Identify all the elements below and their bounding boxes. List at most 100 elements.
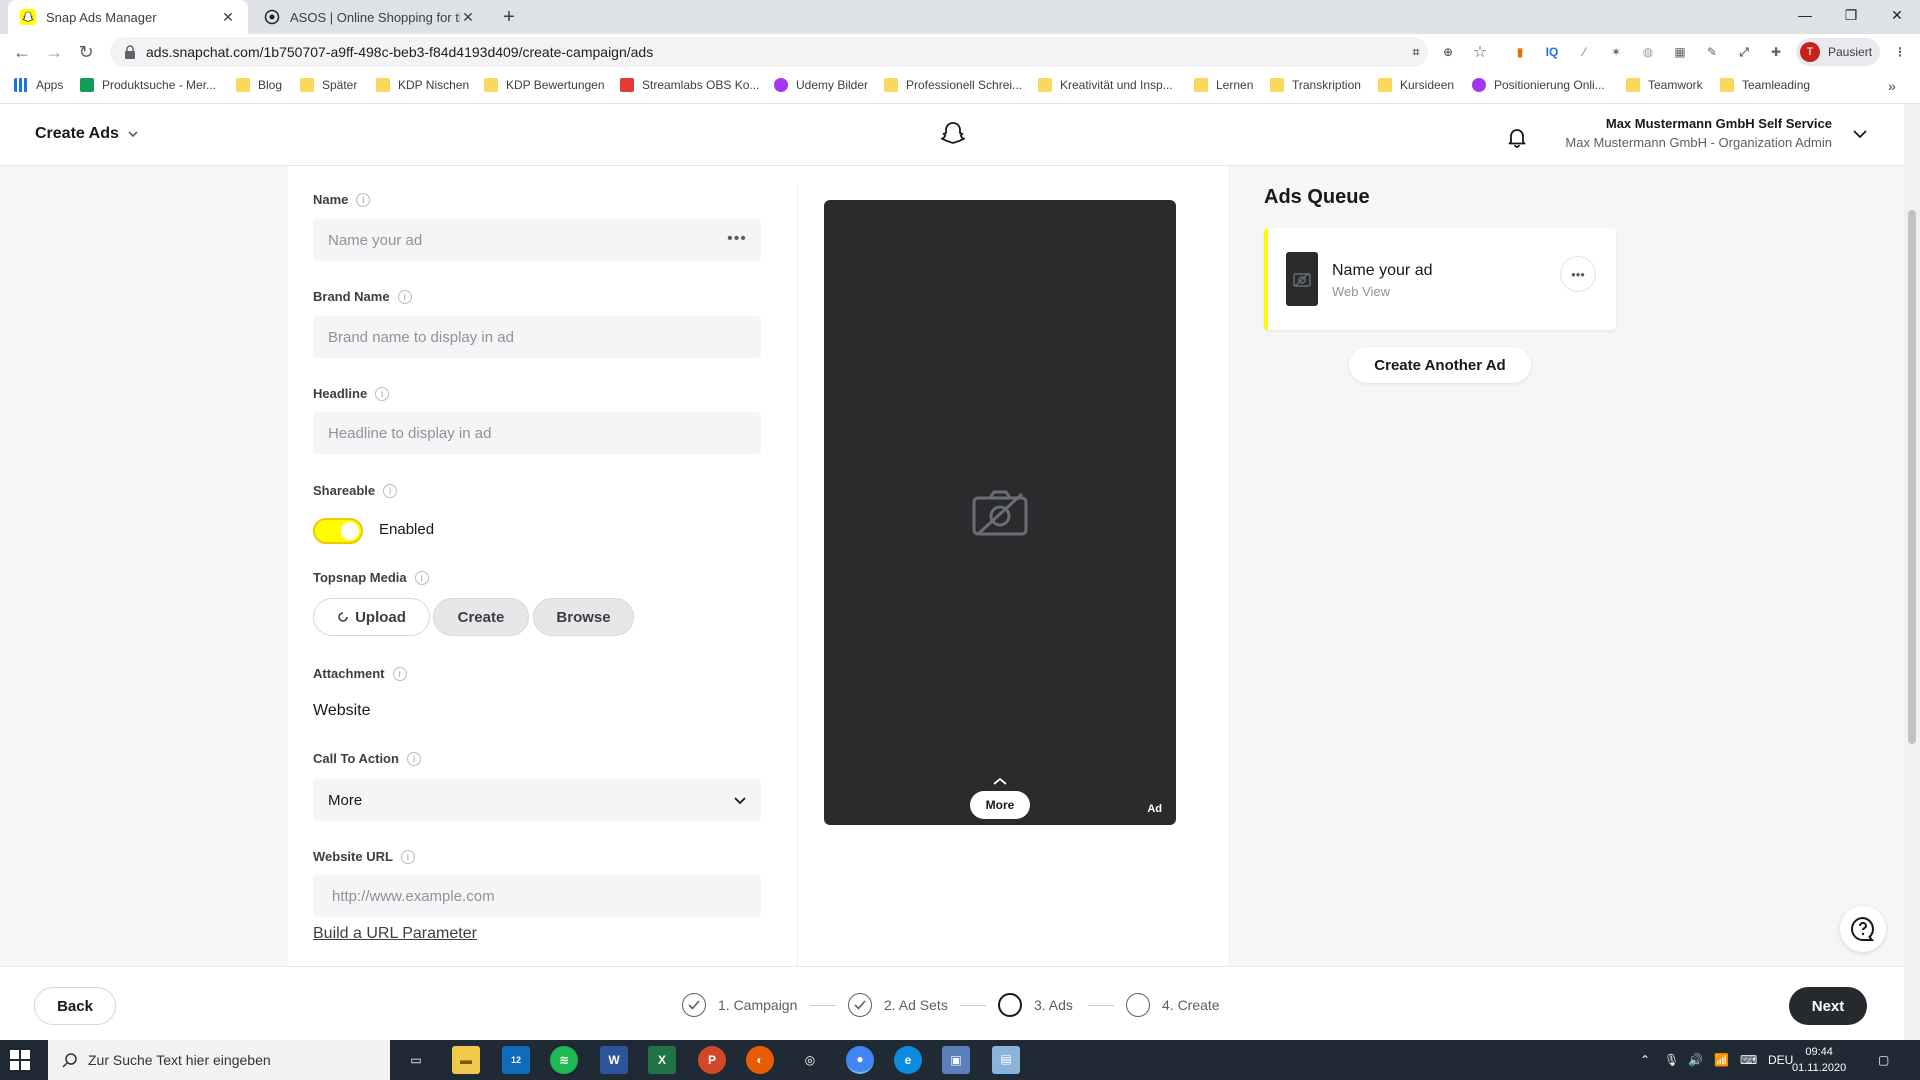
upload-button[interactable]: Upload <box>313 598 430 636</box>
microphone-icon[interactable]: 🎙 <box>1664 1040 1679 1080</box>
extension-cursor-icon[interactable]: ✶ <box>1606 42 1626 62</box>
spotify-icon[interactable]: ≋ <box>550 1046 578 1074</box>
step-campaign[interactable]: 1. Campaign <box>682 993 797 1017</box>
bookmark-lernen[interactable]: Lernen <box>1194 78 1253 92</box>
step-create[interactable]: 4. Create <box>1126 993 1220 1017</box>
bookmark-kdp-bewertungen[interactable]: KDP Bewertungen <box>484 78 605 92</box>
restore-icon[interactable]: ❐ <box>1828 0 1874 30</box>
create-media-button[interactable]: Create <box>433 598 529 636</box>
bookmark-transkription[interactable]: Transkription <box>1270 78 1361 92</box>
mail-icon[interactable]: 12 <box>502 1046 530 1074</box>
star-bookmark-icon[interactable]: ☆ <box>1470 42 1490 62</box>
snapchat-ghost-logo-icon[interactable] <box>938 120 968 150</box>
help-question-icon[interactable] <box>1840 906 1886 952</box>
extension-eyedropper-icon[interactable]: ✎ <box>1702 42 1722 62</box>
bookmark-streamlabs[interactable]: Streamlabs OBS Ko... <box>620 78 759 92</box>
bookmark-teamwork[interactable]: Teamwork <box>1626 78 1703 92</box>
chrome-icon[interactable]: ● <box>846 1046 874 1074</box>
extension-grid-icon[interactable]: ▦ <box>1670 42 1690 62</box>
info-icon[interactable]: i <box>356 192 371 207</box>
edge-icon[interactable]: e <box>894 1046 922 1074</box>
call-to-action-select[interactable]: More <box>313 779 761 821</box>
address-bar[interactable]: ads.snapchat.com/1b750707-a9ff-498c-beb3… <box>110 37 1428 67</box>
action-center-icon[interactable]: ▢ <box>1878 1040 1889 1080</box>
bookmark-spaeter[interactable]: Später <box>300 78 357 92</box>
file-explorer-icon[interactable]: ▬ <box>452 1046 480 1074</box>
powerpoint-icon[interactable]: P <box>698 1046 726 1074</box>
taskbar-search[interactable]: Zur Suche Text hier eingeben <box>48 1040 390 1080</box>
tray-chevron-icon[interactable]: ⌃ <box>1640 1040 1650 1080</box>
back-button[interactable]: Back <box>34 987 116 1025</box>
window-close-icon[interactable]: ✕ <box>1874 0 1920 30</box>
obs-icon[interactable]: ◎ <box>796 1046 824 1074</box>
create-another-ad-button[interactable]: Create Another Ad <box>1349 347 1531 383</box>
notification-bell-icon[interactable] <box>1506 126 1528 148</box>
website-url-input[interactable] <box>313 875 761 917</box>
next-button[interactable]: Next <box>1789 987 1867 1025</box>
taskbar-clock[interactable]: 09:44 01.11.2020 <box>1792 1044 1846 1076</box>
kebab-menu-icon[interactable]: ⋮ <box>1890 42 1910 62</box>
chevron-down-icon[interactable] <box>1852 126 1868 142</box>
ads-queue-item[interactable]: Name your ad Web View ••• <box>1264 228 1616 330</box>
profile-button[interactable]: T Pausiert <box>1796 38 1880 66</box>
app-window-icon[interactable]: ▤ <box>992 1046 1020 1074</box>
excel-icon[interactable]: X <box>648 1046 676 1074</box>
bookmark-apps[interactable]: Apps <box>14 78 63 92</box>
word-icon[interactable]: W <box>600 1046 628 1074</box>
tab-snap-ads-manager[interactable]: Snap Ads Manager ✕ <box>8 0 248 34</box>
bookmark-udemy[interactable]: Udemy Bilder <box>774 78 868 92</box>
translate-icon[interactable]: ⌗ <box>1406 42 1426 62</box>
info-icon[interactable]: i <box>414 570 429 585</box>
extension-globe-icon[interactable]: ◍ <box>1638 42 1658 62</box>
keyboard-icon[interactable]: ⌨ <box>1740 1040 1757 1080</box>
info-icon[interactable]: i <box>375 386 390 401</box>
close-icon[interactable]: ✕ <box>460 9 476 25</box>
forward-arrow-icon[interactable]: → <box>42 40 66 64</box>
queue-item-more-options-icon[interactable]: ••• <box>1560 256 1596 292</box>
info-icon[interactable]: i <box>392 666 407 681</box>
bookmark-professionell[interactable]: Professionell Schrei... <box>884 78 1022 92</box>
step-ad-sets[interactable]: 2. Ad Sets <box>848 993 948 1017</box>
browse-media-button[interactable]: Browse <box>533 598 634 636</box>
app-orange-icon[interactable]: ◐ <box>746 1046 774 1074</box>
bookmark-kdp-nischen[interactable]: KDP Nischen <box>376 78 469 92</box>
back-arrow-icon[interactable]: ← <box>10 40 34 64</box>
info-icon[interactable]: i <box>400 849 415 864</box>
extension-iq-icon[interactable]: IQ <box>1542 42 1562 62</box>
bookmark-kreativitaet[interactable]: Kreativität und Insp... <box>1038 78 1173 92</box>
bookmark-blog[interactable]: Blog <box>236 78 282 92</box>
windows-start-icon[interactable] <box>10 1050 30 1070</box>
zoom-icon[interactable]: ⊕ <box>1438 42 1458 62</box>
new-tab-plus-icon[interactable]: + <box>498 6 520 28</box>
more-options-icon[interactable]: ••• <box>726 228 748 250</box>
ad-name-input[interactable] <box>313 219 761 261</box>
bookmark-positionierung[interactable]: Positionierung Onli... <box>1472 78 1605 92</box>
scrollbar-thumb[interactable] <box>1908 210 1916 744</box>
shareable-toggle[interactable] <box>313 518 363 544</box>
task-view-icon[interactable]: ▭ <box>402 1046 430 1074</box>
language-indicator[interactable]: DEU <box>1768 1040 1793 1080</box>
extension-pen-icon[interactable]: ⁄ <box>1574 42 1594 62</box>
bookmarks-overflow-icon[interactable]: » <box>1888 78 1896 94</box>
account-switcher[interactable]: Max Mustermann GmbH Self Service Max Mus… <box>1565 116 1832 150</box>
brand-name-input[interactable] <box>313 316 761 358</box>
extensions-puzzle-icon[interactable]: ✚ <box>1766 42 1786 62</box>
close-icon[interactable]: ✕ <box>220 9 236 25</box>
tab-asos[interactable]: ASOS | Online Shopping for the L ✕ <box>252 0 488 34</box>
extension-tag-icon[interactable]: ▮ <box>1510 42 1530 62</box>
create-ads-dropdown[interactable]: Create Ads <box>35 125 139 143</box>
extension-expand-icon[interactable]: ⤢ <box>1734 42 1754 62</box>
info-icon[interactable]: i <box>397 289 412 304</box>
info-icon[interactable]: i <box>383 483 398 498</box>
page-scrollbar[interactable] <box>1904 104 1920 1040</box>
app-image-icon[interactable]: ▣ <box>942 1046 970 1074</box>
minimize-icon[interactable]: — <box>1782 0 1828 30</box>
network-icon[interactable]: 📶 <box>1714 1040 1729 1080</box>
bookmark-produktsuche[interactable]: Produktsuche - Mer... <box>80 78 216 92</box>
info-icon[interactable]: i <box>406 751 421 766</box>
headline-input[interactable] <box>313 412 761 454</box>
step-ads[interactable]: 3. Ads <box>998 993 1073 1017</box>
bookmark-teamleading[interactable]: Teamleading <box>1720 78 1810 92</box>
bookmark-kursideen[interactable]: Kursideen <box>1378 78 1454 92</box>
reload-icon[interactable]: ↻ <box>74 40 98 64</box>
